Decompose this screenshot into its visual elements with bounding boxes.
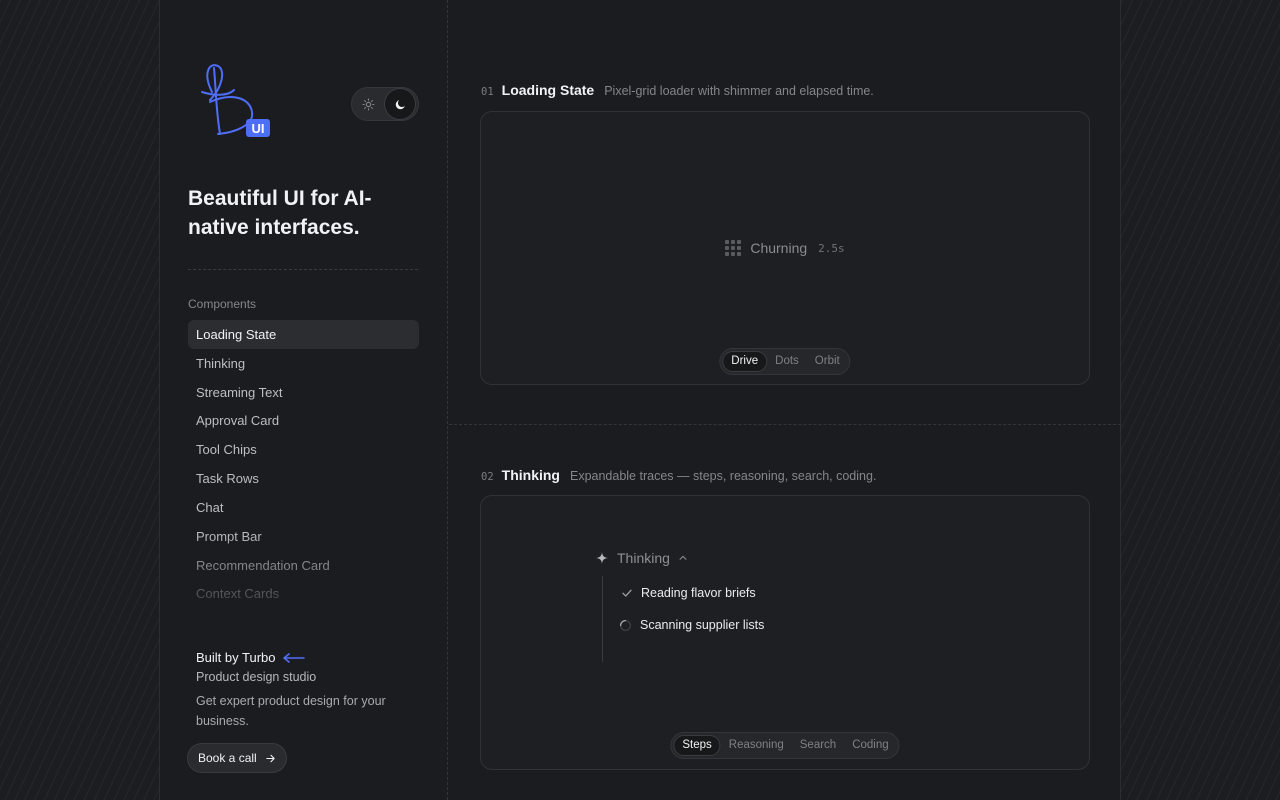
tab-coding[interactable]: Coding (844, 735, 896, 756)
tab-reasoning[interactable]: Reasoning (721, 735, 792, 756)
studio-description: Get expert product design for your busin… (196, 694, 386, 728)
nav-item-approval-card[interactable]: Approval Card (188, 406, 419, 435)
nav-item-chat[interactable]: Chat (188, 493, 419, 522)
dark-theme-button[interactable] (384, 88, 416, 120)
components-nav: Loading State Thinking Streaming Text Ap… (188, 320, 419, 622)
nav-item-task-rows[interactable]: Task Rows (188, 464, 419, 493)
sun-icon (362, 98, 374, 110)
nav-item-tool-chips[interactable]: Tool Chips (188, 435, 419, 464)
elapsed-time: 2.5s (818, 241, 845, 255)
pixel-loader: Churning 2.5s (481, 240, 1089, 256)
nav-section-label: Components (188, 297, 257, 311)
tab-dots[interactable]: Dots (767, 351, 807, 372)
nav-item-thinking[interactable]: Thinking (188, 349, 419, 378)
thinking-variant-tabs: Steps Reasoning Search Coding (670, 732, 900, 759)
svg-text:UI: UI (252, 121, 265, 136)
section-number: 02 (481, 471, 494, 483)
step-label: Scanning supplier lists (640, 618, 765, 632)
trace-step: Scanning supplier lists (619, 618, 764, 632)
theme-toggle[interactable] (351, 87, 419, 121)
section-divider (449, 424, 1121, 425)
studio-subtitle: Product design studio (196, 670, 317, 684)
sparkle-icon (596, 552, 608, 564)
pixel-grid-icon (725, 240, 742, 256)
loader-variant-tabs: Drive Dots Orbit (719, 348, 851, 375)
thinking-card: Thinking Reading flavor briefs Scanning … (480, 495, 1090, 770)
chevron-up-icon (679, 555, 687, 560)
trace-line (602, 576, 603, 662)
signature-logo-icon: UI (201, 64, 270, 137)
spinner-icon (619, 619, 632, 631)
trace-step: Reading flavor briefs (621, 586, 756, 600)
arrow-left-icon (282, 652, 305, 663)
nav-item-loading-state[interactable]: Loading State (188, 320, 419, 349)
check-icon (622, 589, 632, 597)
tab-drive[interactable]: Drive (722, 351, 768, 372)
section-title: Loading State (501, 82, 595, 98)
page-frame: UI Beautiful UI for AI-native interfaces… (159, 0, 1121, 800)
arrow-right-icon (265, 754, 275, 762)
nav-item-context-cards[interactable]: Context Cards (188, 579, 419, 608)
brand-logo[interactable]: UI (196, 58, 280, 142)
section-description: Expandable traces — steps, reasoning, se… (569, 469, 877, 483)
nav-item-recommendation-card[interactable]: Recommendation Card (188, 551, 419, 580)
section-number: 01 (481, 86, 494, 98)
sidebar-divider (188, 269, 418, 270)
tab-orbit[interactable]: Orbit (807, 351, 848, 372)
loading-state-card: Churning 2.5s Drive Dots Orbit (480, 111, 1090, 385)
light-theme-button[interactable] (352, 88, 384, 120)
section-loading-state-header: 01 Loading State Pixel-grid loader with … (481, 82, 874, 98)
thinking-label: Thinking (617, 550, 670, 566)
nav-item-streaming-text[interactable]: Streaming Text (188, 378, 419, 407)
section-description: Pixel-grid loader with shimmer and elaps… (604, 84, 874, 98)
thinking-trace: Thinking Reading flavor briefs Scanning … (595, 550, 764, 662)
built-by[interactable]: Built by Turbo (196, 650, 306, 665)
thinking-toggle[interactable]: Thinking (595, 550, 688, 566)
nav-item-prompt-bar[interactable]: Prompt Bar (188, 522, 419, 551)
moon-icon (395, 99, 405, 109)
book-call-label: Book a call (198, 751, 257, 765)
tab-steps[interactable]: Steps (673, 735, 721, 756)
tab-search[interactable]: Search (792, 735, 844, 756)
headline: Beautiful UI for AI-native interfaces. (188, 187, 372, 239)
book-call-button[interactable]: Book a call (187, 743, 287, 773)
section-thinking-header: 02 Thinking Expandable traces — steps, r… (481, 467, 876, 483)
step-label: Reading flavor briefs (641, 586, 756, 600)
sidebar: UI Beautiful UI for AI-native interfaces… (160, 0, 448, 800)
built-by-label: Built by Turbo (196, 650, 276, 665)
main-content: 01 Loading State Pixel-grid loader with … (449, 0, 1121, 800)
section-title: Thinking (501, 467, 560, 483)
loader-label: Churning (750, 240, 808, 256)
